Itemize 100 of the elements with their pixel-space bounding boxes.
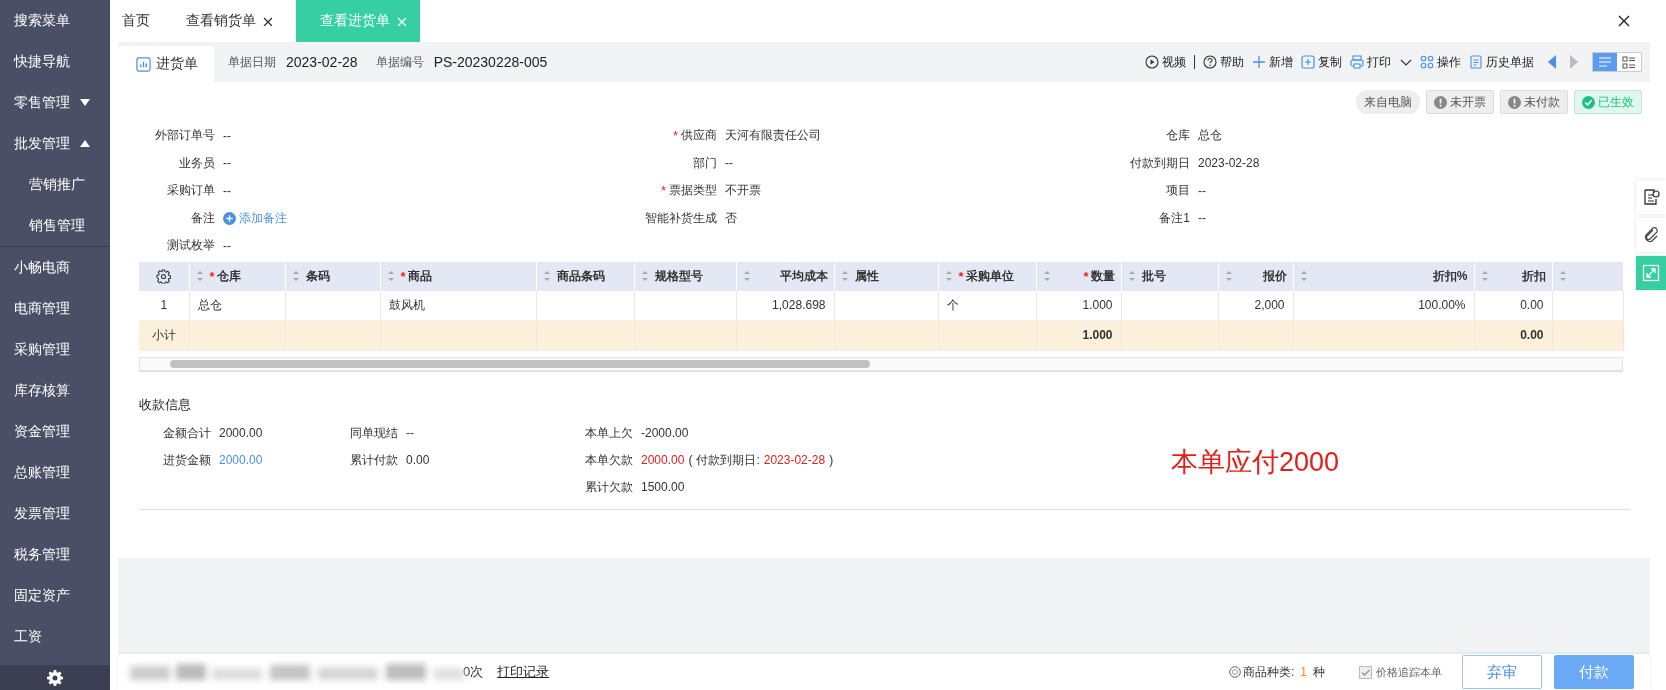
status-tag: 未付款 bbox=[1500, 90, 1568, 114]
table-cell: 1 bbox=[160, 298, 168, 312]
sort-icon[interactable] bbox=[840, 270, 849, 282]
table-cell: 0.00 bbox=[1520, 298, 1544, 312]
document-tab[interactable]: 进货单 bbox=[118, 46, 214, 82]
column-header[interactable]: 采购单位 bbox=[965, 267, 1014, 285]
sidebar-item[interactable]: 库存核算 bbox=[0, 370, 110, 411]
column-header[interactable]: 商品 bbox=[407, 267, 432, 285]
sidebar-item[interactable]: 快捷导航 bbox=[0, 41, 110, 82]
field-label: 外部订单号 bbox=[155, 127, 215, 145]
required-mark: * bbox=[958, 268, 964, 284]
sidebar-item[interactable]: 营销推广 bbox=[0, 164, 110, 205]
field-label: 同单现结 bbox=[349, 424, 398, 442]
column-header[interactable]: 仓库 bbox=[216, 267, 241, 285]
sidebar-item[interactable]: 零售管理 bbox=[0, 82, 110, 123]
sidebar-item[interactable]: 工资 bbox=[0, 616, 110, 657]
sort-icon[interactable] bbox=[1042, 270, 1051, 282]
field-label: 智能补货生成 bbox=[645, 209, 717, 227]
field-value: -- bbox=[223, 183, 231, 198]
sidebar-item[interactable]: 搜索菜单 bbox=[0, 0, 110, 41]
toolbar-button[interactable]: 操作 bbox=[1420, 53, 1461, 71]
sort-icon[interactable] bbox=[1558, 270, 1567, 282]
previous-icon[interactable] bbox=[1548, 55, 1556, 69]
sidebar-item[interactable]: 小畅电商 bbox=[0, 247, 110, 288]
sort-icon[interactable] bbox=[944, 270, 953, 282]
field-value: 天河有限责任公司 bbox=[725, 127, 821, 145]
column-header[interactable]: 批号 bbox=[1141, 267, 1166, 285]
sidebar-item[interactable]: 销售管理 bbox=[0, 205, 110, 246]
card-view-button[interactable] bbox=[1617, 53, 1641, 71]
field-value: 2000.00 bbox=[219, 426, 263, 440]
field-value: 2023-02-28 bbox=[286, 54, 358, 70]
column-header[interactable]: 报价 bbox=[1262, 267, 1287, 285]
sort-icon[interactable] bbox=[291, 270, 300, 282]
toolbar-button[interactable]: 打印 bbox=[1350, 53, 1412, 71]
notes-tool[interactable] bbox=[1636, 180, 1666, 214]
close-icon[interactable] bbox=[1618, 15, 1630, 27]
table-cell: 1.000 bbox=[1082, 298, 1113, 312]
toolbar-button[interactable]: 新增 bbox=[1252, 53, 1293, 71]
field-label: 备注1 bbox=[1159, 209, 1190, 227]
sidebar-item[interactable]: 批发管理 bbox=[0, 123, 110, 164]
scrollbar-thumb[interactable] bbox=[170, 359, 870, 368]
add-note-link[interactable]: 添加备注 bbox=[239, 209, 287, 227]
field-label: 累计付款 bbox=[349, 451, 398, 469]
column-header[interactable]: 属性 bbox=[854, 267, 879, 285]
sort-icon[interactable] bbox=[386, 270, 395, 282]
due-date-text: ) bbox=[829, 453, 834, 467]
attachment-tool[interactable] bbox=[1636, 218, 1666, 252]
required-mark: * bbox=[209, 268, 215, 284]
tab[interactable]: 查看销货单 bbox=[174, 0, 284, 42]
close-icon[interactable] bbox=[263, 16, 272, 26]
sort-icon[interactable] bbox=[640, 270, 649, 282]
toolbar-button[interactable]: 复制 bbox=[1301, 53, 1342, 71]
toolbar-button[interactable]: 帮助 bbox=[1203, 53, 1244, 71]
column-header[interactable]: 条码 bbox=[305, 267, 330, 285]
field-label: 业务员 bbox=[179, 154, 215, 172]
sort-icon[interactable] bbox=[742, 270, 751, 282]
sidebar-item[interactable]: 固定资产 bbox=[0, 575, 110, 616]
toolbar-button[interactable]: 视频 bbox=[1145, 53, 1186, 71]
field-value: 不开票 bbox=[725, 182, 761, 200]
table-cell: 个 bbox=[946, 297, 959, 312]
item-types-count: 1 bbox=[1300, 665, 1307, 679]
field-value: 否 bbox=[725, 209, 737, 227]
section-title: 收款信息 bbox=[139, 395, 192, 414]
table-cell: 1.000 bbox=[1082, 328, 1113, 342]
settings-icon[interactable] bbox=[47, 669, 63, 686]
sort-icon[interactable] bbox=[1224, 270, 1233, 282]
sort-icon[interactable] bbox=[1127, 270, 1136, 282]
field-value: 0.00 bbox=[406, 453, 430, 467]
play-icon bbox=[1145, 55, 1159, 69]
sort-icon[interactable] bbox=[1480, 270, 1489, 282]
check-circle-icon bbox=[1582, 95, 1595, 109]
field-label: 测试枚举 bbox=[167, 237, 215, 255]
column-header[interactable]: 数量 bbox=[1090, 267, 1115, 285]
field-label: 累计欠款 bbox=[584, 478, 633, 496]
next-icon[interactable] bbox=[1570, 55, 1578, 69]
field-label: 供应商 bbox=[681, 127, 717, 145]
settings-icon[interactable] bbox=[156, 268, 172, 284]
sidebar-item[interactable]: 税务管理 bbox=[0, 534, 110, 575]
document-icon bbox=[1469, 55, 1483, 69]
field-value: PS-20230228-005 bbox=[433, 54, 548, 70]
column-header[interactable]: 折扣 bbox=[1521, 267, 1546, 285]
field-label: 仓库 bbox=[1166, 127, 1190, 145]
sidebar-item[interactable]: 采购管理 bbox=[0, 329, 110, 370]
sidebar-item[interactable]: 总账管理 bbox=[0, 452, 110, 493]
tab[interactable]: 首页 bbox=[110, 0, 162, 42]
toolbar-button[interactable]: 历史单据 bbox=[1469, 53, 1534, 71]
field-label: 票据类型 bbox=[669, 182, 717, 200]
print-log-link[interactable]: 打印记录 bbox=[497, 663, 550, 681]
printer-icon bbox=[1350, 55, 1364, 69]
sidebar-item[interactable]: 发票管理 bbox=[0, 493, 110, 534]
column-header[interactable]: 折扣% bbox=[1432, 267, 1468, 285]
sort-icon[interactable] bbox=[195, 270, 204, 282]
sort-icon[interactable] bbox=[1299, 270, 1308, 282]
field-label: 进货金额 bbox=[162, 451, 211, 469]
card-list-icon bbox=[1622, 55, 1636, 69]
sort-icon[interactable] bbox=[542, 270, 551, 282]
sidebar-item[interactable]: 电商管理 bbox=[0, 288, 110, 329]
field-value: -- bbox=[406, 426, 414, 440]
sidebar-item[interactable]: 资金管理 bbox=[0, 411, 110, 452]
field-value: 1500.00 bbox=[641, 480, 685, 494]
